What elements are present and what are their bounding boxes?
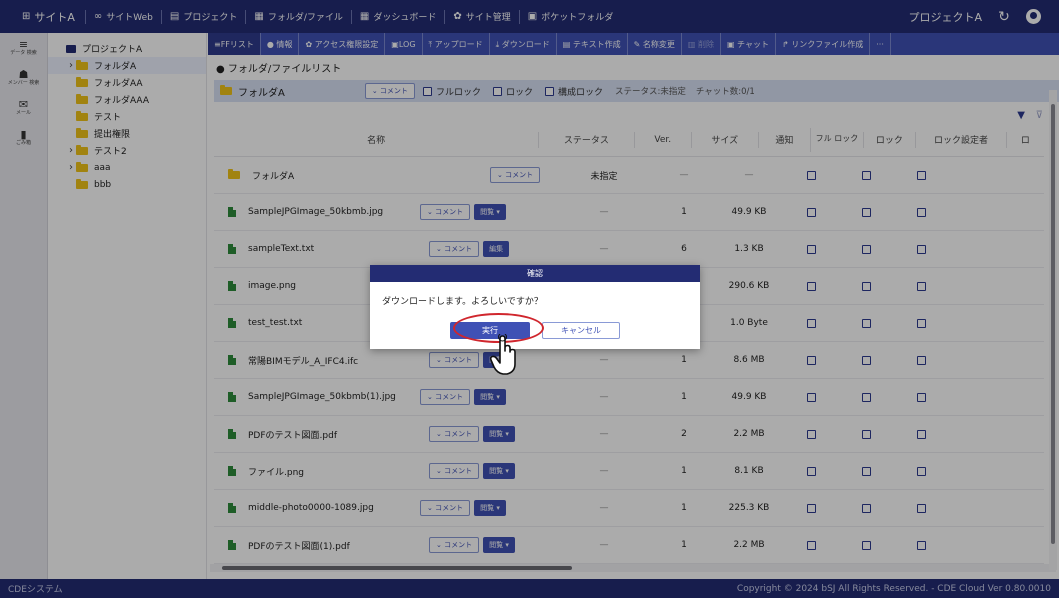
pointer-hand-icon [489, 334, 516, 375]
dialog-message: ダウンロードします。よろしいですか？ [382, 297, 543, 307]
dialog-title: 確認 [370, 265, 700, 282]
app-window: ⊞ サイトA ∞ サイトWeb ▤ プロジェクト ▦ フォルダ/ファイル ▦ ダッシュボード ✿… [0, 0, 1059, 598]
cancel-button[interactable]: キャンセル [542, 322, 620, 339]
